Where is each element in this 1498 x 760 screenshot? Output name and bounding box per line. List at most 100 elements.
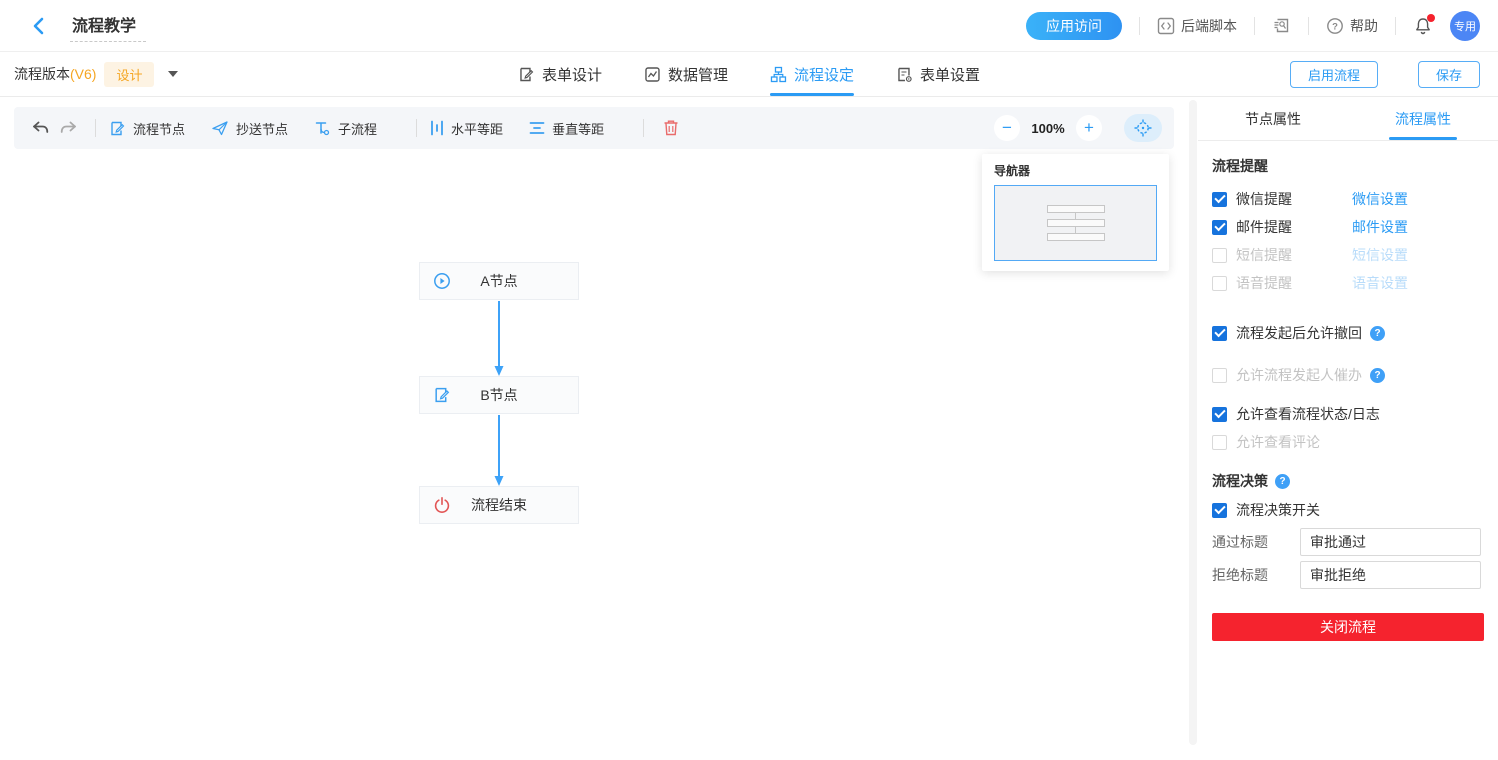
wechat-reminder-checkbox[interactable] <box>1212 192 1227 207</box>
sms-reminder-checkbox[interactable] <box>1212 248 1227 263</box>
tab-form-design[interactable]: 表单设计 <box>518 52 602 96</box>
flow-node-a[interactable]: A节点 <box>419 262 579 300</box>
design-badge: 设计 <box>104 62 154 87</box>
allow-urge-checkbox[interactable] <box>1212 368 1227 383</box>
code-icon <box>1157 17 1175 35</box>
view-comments-checkbox[interactable] <box>1212 435 1227 450</box>
data-manage-icon <box>644 66 661 83</box>
divider <box>1254 17 1255 35</box>
tab-flow-setting[interactable]: 流程设定 <box>770 52 854 96</box>
add-subflow-button[interactable]: 子流程 <box>314 119 377 138</box>
main-tabs: 表单设计 数据管理 流程设定 表单设置 <box>518 52 980 96</box>
power-icon <box>433 496 451 514</box>
flow-node-b[interactable]: B节点 <box>419 376 579 414</box>
allow-withdraw-checkbox[interactable] <box>1212 326 1227 341</box>
divider <box>1139 17 1140 35</box>
reminder-row-sms: 短信提醒 短信设置 <box>1212 241 1484 269</box>
mini-node <box>1047 205 1105 213</box>
horizontal-space-button[interactable]: 水平等距 <box>430 119 503 138</box>
divider <box>416 119 417 137</box>
view-status-checkbox[interactable] <box>1212 407 1227 422</box>
backend-script-button[interactable]: 后端脚本 <box>1157 16 1237 36</box>
reject-title-input[interactable] <box>1300 561 1481 589</box>
navigator-panel: 导航器 <box>982 154 1169 271</box>
undo-icon[interactable] <box>26 120 54 136</box>
help-icon[interactable]: ? <box>1370 368 1385 383</box>
add-flow-node-button[interactable]: 流程节点 <box>109 119 185 138</box>
app-access-button[interactable]: 应用访问 <box>1026 12 1122 40</box>
email-setting-link[interactable]: 邮件设置 <box>1352 217 1408 237</box>
mini-node <box>1047 219 1105 227</box>
voice-reminder-checkbox[interactable] <box>1212 276 1227 291</box>
svg-text:?: ? <box>1332 21 1338 32</box>
subflow-icon <box>314 120 331 137</box>
play-circle-icon <box>433 272 451 290</box>
tab-form-setting[interactable]: 表单设置 <box>896 52 980 96</box>
h-space-icon <box>430 120 444 136</box>
divider <box>643 119 644 137</box>
flow-canvas[interactable]: 流程节点 抄送节点 子流程 水平等距 垂直等距 <box>0 97 1188 759</box>
help-icon[interactable]: ? <box>1275 474 1290 489</box>
crosshair-icon <box>1133 118 1153 138</box>
chevron-down-icon[interactable] <box>168 71 178 77</box>
redo-icon[interactable] <box>54 120 82 136</box>
vertical-space-button[interactable]: 垂直等距 <box>529 119 604 138</box>
form-edit-icon <box>433 386 451 404</box>
version-label: 流程版本(V6) <box>14 64 96 84</box>
back-icon[interactable] <box>30 17 48 35</box>
tab-node-properties[interactable]: 节点属性 <box>1198 97 1348 140</box>
reminder-row-email: 邮件提醒 邮件设置 <box>1212 213 1484 241</box>
notification-dot <box>1427 14 1435 22</box>
flow-node-end[interactable]: 流程结束 <box>419 486 579 524</box>
reject-title-label: 拒绝标题 <box>1212 565 1300 585</box>
decision-switch-checkbox[interactable] <box>1212 503 1227 518</box>
tab-flow-properties[interactable]: 流程属性 <box>1348 97 1498 140</box>
email-reminder-checkbox[interactable] <box>1212 220 1227 235</box>
notifications-button[interactable] <box>1413 16 1433 36</box>
flow-node-icon <box>109 120 126 137</box>
decision-section-title: 流程决策 ? <box>1212 471 1484 491</box>
save-button[interactable]: 保存 <box>1418 61 1480 88</box>
canvas-toolbar: 流程节点 抄送节点 子流程 水平等距 垂直等距 <box>14 107 1174 149</box>
reminder-section-title: 流程提醒 <box>1212 156 1484 176</box>
option-decision-switch: 流程决策开关 <box>1212 500 1484 520</box>
pass-title-input[interactable] <box>1300 528 1481 556</box>
vertical-scrollbar[interactable] <box>1189 100 1197 745</box>
form-setting-icon <box>896 66 913 83</box>
divider <box>1308 17 1309 35</box>
flow-arrow <box>489 301 509 376</box>
trash-icon <box>663 119 679 137</box>
help-icon[interactable]: ? <box>1370 326 1385 341</box>
reminder-row-voice: 语音提醒 语音设置 <box>1212 269 1484 297</box>
navigator-title: 导航器 <box>994 162 1157 179</box>
add-cc-node-button[interactable]: 抄送节点 <box>211 119 288 138</box>
close-flow-button[interactable]: 关闭流程 <box>1212 613 1484 641</box>
navigator-toggle-button[interactable] <box>1124 114 1162 142</box>
zoom-out-button[interactable]: − <box>994 115 1020 141</box>
navigator-minimap[interactable] <box>994 185 1157 261</box>
cc-node-icon <box>211 120 229 137</box>
delete-node-button[interactable] <box>657 119 685 137</box>
page-title[interactable]: 流程教学 <box>70 10 146 42</box>
zoom-in-button[interactable]: + <box>1076 115 1102 141</box>
avatar[interactable]: 专用 <box>1450 11 1480 41</box>
pass-title-label: 通过标题 <box>1212 532 1300 552</box>
help-button[interactable]: ? 帮助 <box>1326 16 1378 36</box>
reject-title-row: 拒绝标题 <box>1212 561 1484 589</box>
reminder-row-wechat: 微信提醒 微信设置 <box>1212 185 1484 213</box>
help-icon: ? <box>1326 17 1344 35</box>
wechat-setting-link[interactable]: 微信设置 <box>1352 189 1408 209</box>
panel-gutter <box>1188 97 1198 759</box>
flow-setting-icon <box>770 66 787 83</box>
tab-data-manage[interactable]: 数据管理 <box>644 52 728 96</box>
zoom-level: 100% <box>1020 121 1076 136</box>
enable-flow-button[interactable]: 启用流程 <box>1290 61 1378 88</box>
option-allow-urge: 允许流程发起人催办 ? <box>1212 365 1484 385</box>
flow-arrow <box>489 415 509 486</box>
top-bar: 流程教学 应用访问 后端脚本 ? 帮助 专用 <box>0 0 1498 52</box>
mini-node <box>1047 233 1105 241</box>
divider <box>1395 17 1396 35</box>
version-number: (V6) <box>70 66 96 82</box>
log-button[interactable] <box>1272 16 1291 35</box>
divider <box>95 119 96 137</box>
